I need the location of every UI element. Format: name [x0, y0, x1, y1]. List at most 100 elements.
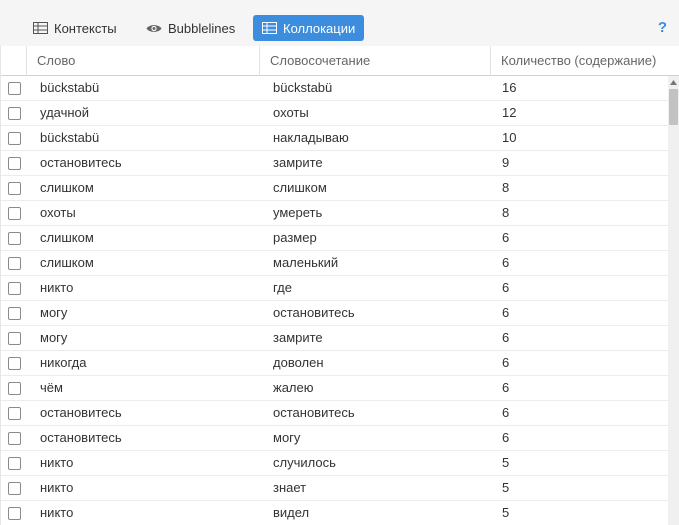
word-cell: никто [40, 280, 74, 295]
table-row[interactable]: никто случилось 5 [1, 451, 669, 476]
table-row[interactable]: могу остановитесь 6 [1, 301, 669, 326]
help-button[interactable]: ? [658, 19, 667, 36]
word-cell: остановитесь [40, 155, 122, 170]
count-cell: 16 [502, 80, 517, 95]
table-row[interactable]: могу замрите 6 [1, 326, 669, 351]
collocate-cell: остановитесь [273, 405, 355, 420]
tab-contexts[interactable]: Контексты [24, 15, 126, 41]
tab-label: Коллокации [283, 20, 356, 36]
table-icon [33, 22, 48, 34]
word-cell: никто [40, 455, 74, 470]
count-cell: 6 [502, 380, 510, 395]
word-cell: bückstabü [40, 80, 100, 95]
collocate-cell: замрите [273, 330, 323, 345]
scroll-up-arrow-icon[interactable] [668, 76, 679, 89]
row-checkbox-cell [1, 501, 27, 525]
row-checkbox[interactable] [8, 282, 21, 295]
row-checkbox-cell [1, 451, 27, 475]
table-row[interactable]: никто видел 5 [1, 501, 669, 525]
word-cell: слишком [40, 230, 94, 245]
collocate-cell: где [273, 280, 292, 295]
row-checkbox-cell [1, 401, 27, 425]
header-checkbox-column[interactable] [1, 46, 27, 76]
row-checkbox[interactable] [8, 132, 21, 145]
word-cell: слишком [40, 255, 94, 270]
row-checkbox[interactable] [8, 332, 21, 345]
row-checkbox-cell [1, 426, 27, 450]
row-checkbox[interactable] [8, 307, 21, 320]
word-cell: никогда [40, 355, 87, 370]
tab-bubblelines[interactable]: Bubblelines [137, 15, 244, 41]
column-header-count[interactable]: Количество (содержание) [491, 46, 669, 76]
row-checkbox[interactable] [8, 407, 21, 420]
row-checkbox[interactable] [8, 232, 21, 245]
column-header-collocate[interactable]: Словосочетание [260, 46, 491, 76]
collocate-cell: слишком [273, 180, 327, 195]
collocate-cell: охоты [273, 105, 309, 120]
table-row[interactable]: чём жалею 6 [1, 376, 669, 401]
table-row[interactable]: остановитесь остановитесь 6 [1, 401, 669, 426]
row-checkbox[interactable] [8, 157, 21, 170]
count-cell: 6 [502, 280, 510, 295]
count-cell: 6 [502, 405, 510, 420]
table-row[interactable]: слишком слишком 8 [1, 176, 669, 201]
count-cell: 6 [502, 330, 510, 345]
table-row[interactable]: никогда доволен 6 [1, 351, 669, 376]
word-cell: никто [40, 480, 74, 495]
row-checkbox[interactable] [8, 82, 21, 95]
row-checkbox[interactable] [8, 182, 21, 195]
count-cell: 6 [502, 230, 510, 245]
table-row[interactable]: никто знает 5 [1, 476, 669, 501]
column-header-word[interactable]: Слово [27, 46, 260, 76]
eye-icon [146, 23, 162, 34]
collocate-cell: умереть [273, 205, 323, 220]
vertical-scrollbar[interactable] [668, 76, 679, 525]
collocate-cell: могу [273, 430, 301, 445]
table-row[interactable]: слишком маленький 6 [1, 251, 669, 276]
word-cell: bückstabü [40, 130, 100, 145]
scroll-thumb[interactable] [669, 89, 678, 125]
table-row[interactable]: bückstabü накладываю 10 [1, 126, 669, 151]
row-checkbox[interactable] [8, 382, 21, 395]
row-checkbox-cell [1, 101, 27, 125]
row-checkbox-cell [1, 126, 27, 150]
tab-collocations[interactable]: Коллокации [253, 15, 365, 41]
count-cell: 6 [502, 430, 510, 445]
word-cell: остановитесь [40, 405, 122, 420]
row-checkbox-cell [1, 276, 27, 300]
table-row[interactable]: охоты умереть 8 [1, 201, 669, 226]
count-cell: 12 [502, 105, 517, 120]
word-cell: слишком [40, 180, 94, 195]
table-row[interactable]: удачной охоты 12 [1, 101, 669, 126]
collocate-cell: накладываю [273, 130, 349, 145]
collocate-cell: видел [273, 505, 310, 520]
row-checkbox[interactable] [8, 107, 21, 120]
word-cell: могу [40, 305, 68, 320]
row-checkbox[interactable] [8, 432, 21, 445]
row-checkbox[interactable] [8, 482, 21, 495]
tab-label: Bubblelines [168, 20, 236, 36]
row-checkbox[interactable] [8, 457, 21, 470]
row-checkbox-cell [1, 226, 27, 250]
count-cell: 6 [502, 255, 510, 270]
count-cell: 6 [502, 355, 510, 370]
table-row[interactable]: остановитесь могу 6 [1, 426, 669, 451]
table-row[interactable]: остановитесь замрите 9 [1, 151, 669, 176]
table-row[interactable]: bückstabü bückstabü 16 [1, 76, 669, 101]
row-checkbox[interactable] [8, 507, 21, 520]
collocate-cell: маленький [273, 255, 339, 270]
collocations-grid: Слово Словосочетание Количество (содержа… [0, 46, 679, 525]
count-cell: 5 [502, 455, 510, 470]
collocate-cell: замрите [273, 155, 323, 170]
word-cell: удачной [40, 105, 90, 120]
grid-body: bückstabü bückstabü 16 удачной охоты 12 bückst… [1, 76, 669, 525]
collocate-cell: жалею [273, 380, 314, 395]
collocate-cell: bückstabü [273, 80, 333, 95]
row-checkbox[interactable] [8, 207, 21, 220]
row-checkbox[interactable] [8, 257, 21, 270]
table-row[interactable]: никто где 6 [1, 276, 669, 301]
row-checkbox-cell [1, 76, 27, 100]
table-row[interactable]: слишком размер 6 [1, 226, 669, 251]
row-checkbox[interactable] [8, 357, 21, 370]
row-checkbox-cell [1, 476, 27, 500]
